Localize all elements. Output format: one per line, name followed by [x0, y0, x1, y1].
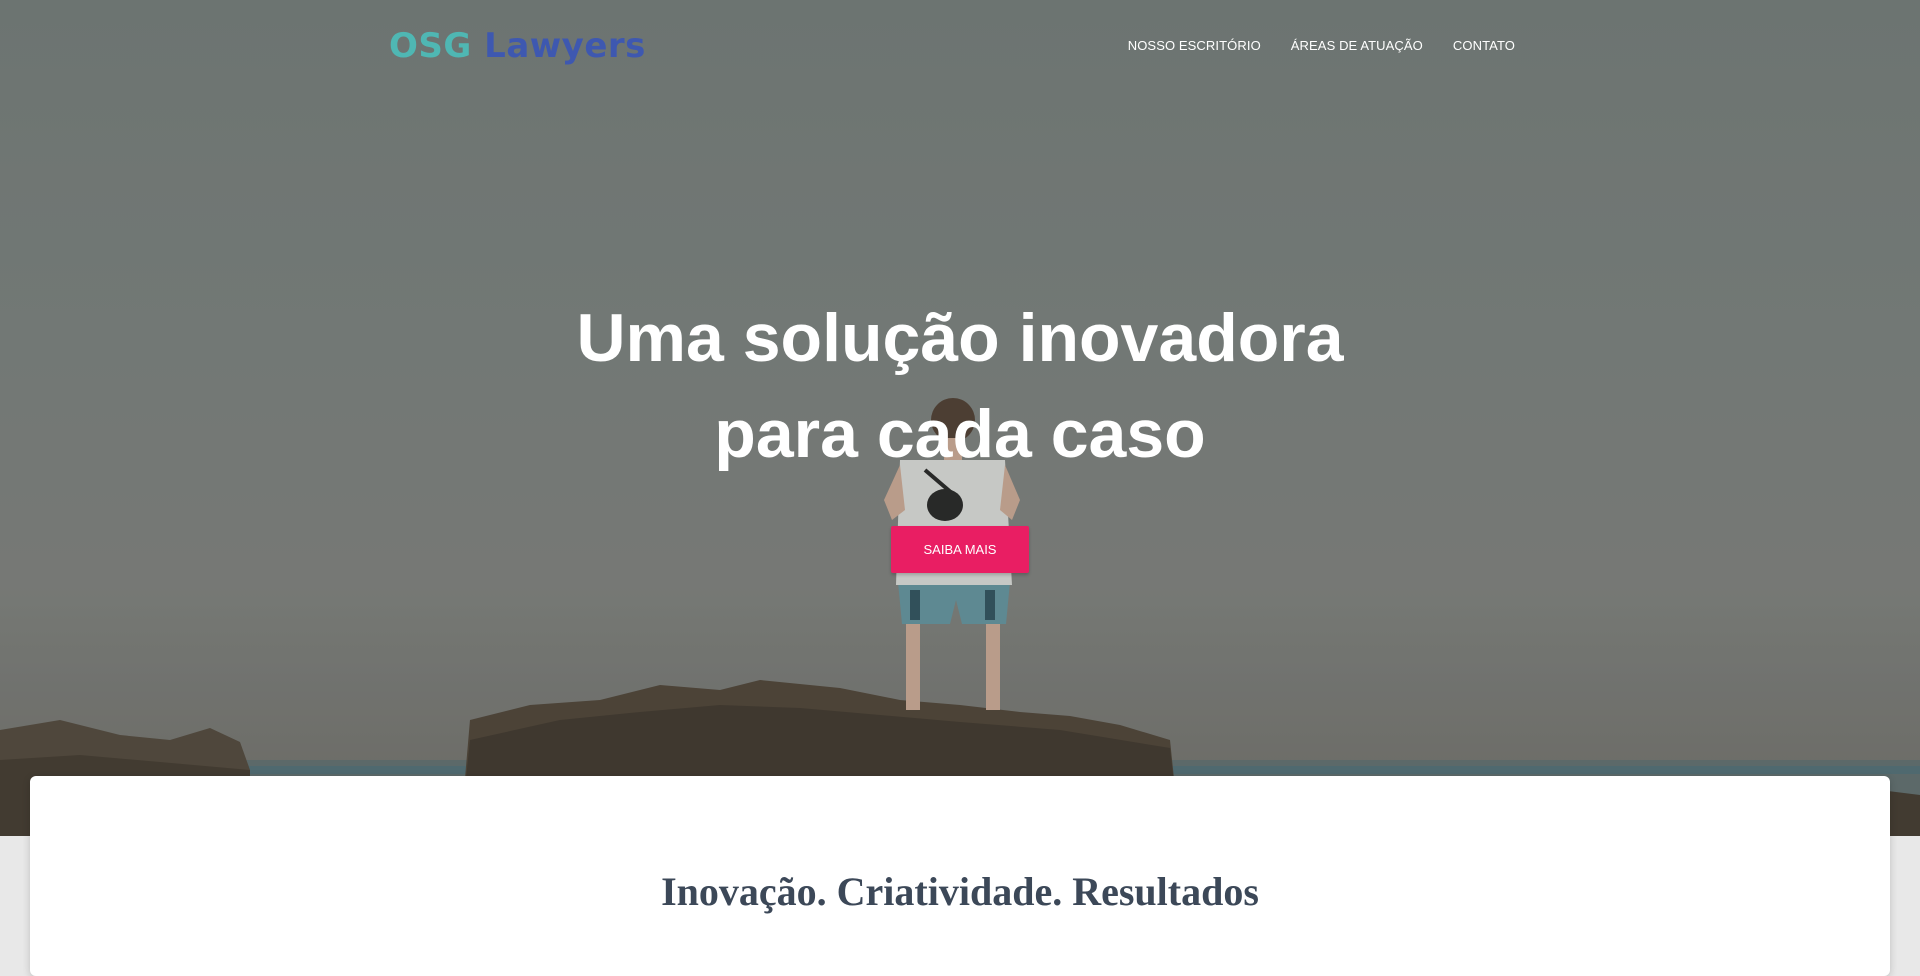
top-navigation: OSG Lawyers NOSSO ESCRITÓRIO ÁREAS DE AT…	[0, 0, 1920, 100]
hero-title-line-2: para cada caso	[714, 396, 1206, 472]
hero-title: Uma solução inovadora para cada caso	[560, 290, 1360, 482]
hero-content: Uma solução inovadora para cada caso SAI…	[0, 290, 1920, 573]
saiba-mais-button[interactable]: SAIBA MAIS	[890, 526, 1030, 573]
logo-text-lawyers: Lawyers	[484, 26, 646, 66]
content-card: Inovação. Criatividade. Resultados	[30, 776, 1890, 976]
menu-item-areas-de-atuacao[interactable]: ÁREAS DE ATUAÇÃO	[1291, 38, 1423, 53]
menu-item-nosso-escritorio[interactable]: NOSSO ESCRITÓRIO	[1128, 38, 1261, 53]
site-logo[interactable]: OSG Lawyers	[389, 22, 646, 70]
section-title: Inovação. Criatividade. Resultados	[661, 869, 1259, 914]
logo-text-osg: OSG	[389, 26, 472, 66]
menu-item-contato[interactable]: CONTATO	[1453, 38, 1515, 53]
hero-title-line-1: Uma solução inovadora	[576, 300, 1344, 376]
main-menu: NOSSO ESCRITÓRIO ÁREAS DE ATUAÇÃO CONTAT…	[1128, 38, 1515, 53]
hero-section: OSG Lawyers NOSSO ESCRITÓRIO ÁREAS DE AT…	[0, 0, 1920, 836]
